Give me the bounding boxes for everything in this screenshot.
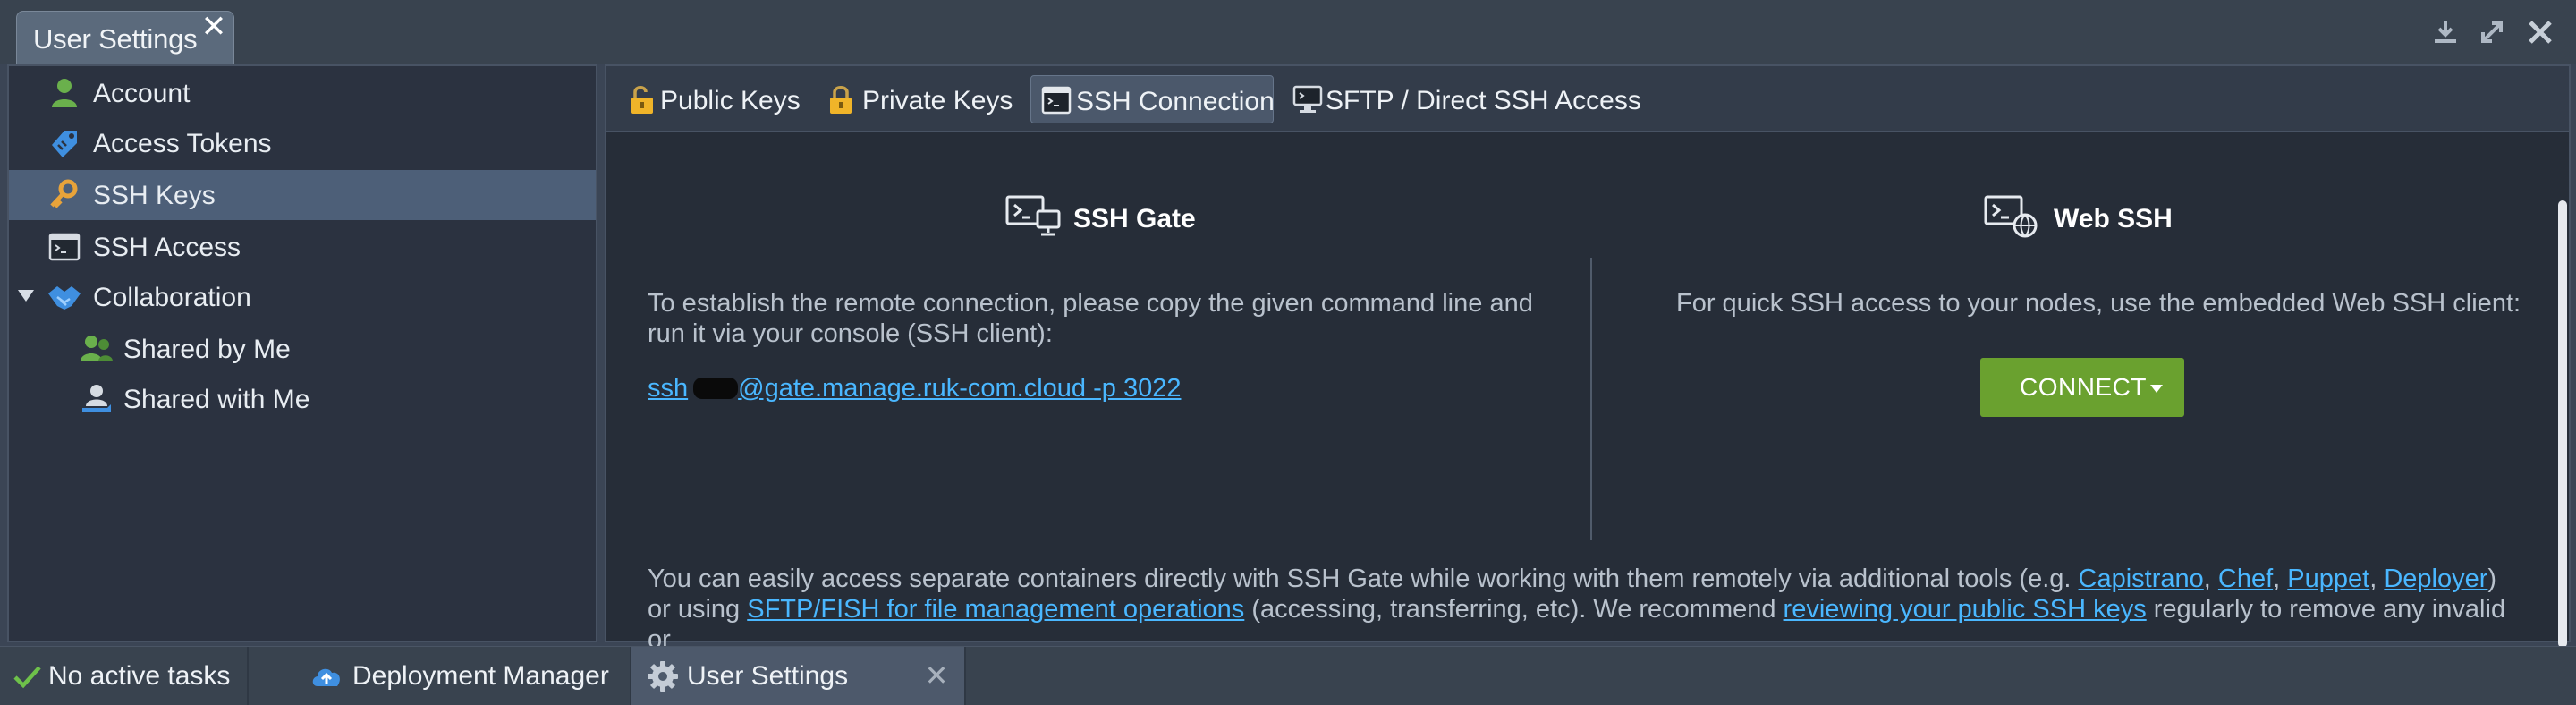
- tab-label: Private Keys: [862, 86, 1013, 115]
- check-icon: [11, 659, 45, 693]
- sftp-fish-link[interactable]: SFTP/FISH for file management operations: [747, 595, 1244, 624]
- redacted-username: [693, 378, 739, 399]
- tab-public-keys[interactable]: Public Keys: [617, 75, 805, 123]
- unlocked-icon: [626, 83, 658, 115]
- deployer-link[interactable]: Deployer: [2384, 565, 2487, 593]
- close-icon[interactable]: [2524, 16, 2556, 48]
- key-icon: [47, 179, 82, 211]
- sidebar-item-shared-with-me[interactable]: Shared with Me: [9, 374, 596, 424]
- sidebar-item-shared-by-me[interactable]: Shared by Me: [9, 324, 596, 374]
- sidebar-item-label: Shared by Me: [123, 335, 291, 364]
- tab-label: SSH Connection: [1076, 87, 1275, 116]
- sidebar-item-ssh-access[interactable]: SSH Access: [9, 222, 596, 272]
- user-icon: [47, 77, 82, 109]
- task-label: No active tasks: [48, 661, 231, 691]
- ssh-gate-icon: [1005, 193, 1063, 240]
- ssh-gate-tools-text: You can easily access separate container…: [648, 564, 2526, 655]
- task-user-settings[interactable]: User Settings ✕: [631, 647, 964, 705]
- sidebar-item-label: Account: [93, 79, 191, 108]
- task-label: Deployment Manager: [352, 661, 609, 691]
- text-segment: ,: [2369, 565, 2385, 593]
- web-ssh-icon: [1984, 193, 2041, 240]
- web-ssh-description: For quick SSH access to your nodes, use …: [1676, 289, 2521, 318]
- review-public-keys-link[interactable]: reviewing your public SSH keys: [1784, 595, 2147, 624]
- ssh-gate-title: SSH Gate: [1073, 204, 1196, 234]
- chef-link[interactable]: Chef: [2218, 565, 2273, 593]
- text-segment: ,: [2273, 565, 2288, 593]
- vertical-scrollbar[interactable]: [2558, 200, 2567, 648]
- window-tab[interactable]: User Settings ✕: [16, 11, 234, 64]
- cloud-upload-icon: [309, 659, 343, 693]
- tab-sftp-direct-ssh[interactable]: SFTP / Direct SSH Access: [1283, 75, 1658, 123]
- window-header: User Settings ✕: [0, 0, 2576, 64]
- task-deployment-manager[interactable]: Deployment Manager: [249, 647, 630, 705]
- lock-icon: [825, 83, 857, 115]
- sidebar-item-ssh-keys[interactable]: SSH Keys: [9, 170, 596, 220]
- sidebar-item-label: Collaboration: [93, 283, 251, 312]
- ssh-command-host: @gate.manage.ruk-com.cloud -p 3022: [738, 374, 1182, 403]
- ssh-command-link[interactable]: ssh @gate.manage.ruk-com.cloud -p 3022: [648, 374, 1181, 403]
- taskbar-divider: [964, 647, 966, 705]
- task-label: User Settings: [687, 661, 849, 691]
- close-task-icon[interactable]: ✕: [923, 660, 950, 691]
- user-share-icon: [79, 383, 114, 415]
- taskbar: No active tasks Deployment Manager User …: [0, 646, 2576, 705]
- chevron-down-icon[interactable]: [2150, 385, 2163, 393]
- gear-icon: [646, 659, 680, 693]
- text-segment: (accessing, transferring, etc). We recom…: [1244, 595, 1784, 624]
- sidebar: Account Access Tokens SSH Keys SSH Acces…: [7, 64, 597, 642]
- text-segment: ,: [2203, 565, 2218, 593]
- tab-private-keys[interactable]: Private Keys: [816, 75, 1027, 123]
- sidebar-item-label: Shared with Me: [123, 385, 310, 414]
- sidebar-item-label: SSH Keys: [93, 181, 216, 210]
- download-icon[interactable]: [2429, 16, 2462, 48]
- task-no-active-tasks[interactable]: No active tasks: [0, 647, 247, 705]
- text-segment: You can easily access separate container…: [648, 565, 2079, 593]
- sidebar-item-access-tokens[interactable]: Access Tokens: [9, 118, 596, 168]
- terminal-icon: [1040, 84, 1072, 116]
- main-panel: Public Keys Private Keys SSH Connection …: [605, 64, 2571, 705]
- handshake-icon: [47, 281, 82, 313]
- users-icon: [79, 333, 114, 365]
- expand-icon[interactable]: [2476, 16, 2508, 48]
- terminal-icon: [47, 231, 82, 263]
- tab-label: Public Keys: [660, 86, 801, 115]
- window-title: User Settings: [33, 23, 198, 55]
- capistrano-link[interactable]: Capistrano: [2079, 565, 2204, 593]
- ssh-connection-content: SSH Gate To establish the remote connect…: [606, 132, 2569, 705]
- puppet-link[interactable]: Puppet: [2287, 565, 2369, 593]
- tab-bar: Public Keys Private Keys SSH Connection …: [606, 66, 2569, 132]
- sidebar-item-collaboration[interactable]: Collaboration: [9, 272, 596, 322]
- sidebar-item-label: Access Tokens: [93, 129, 272, 158]
- expand-caret-icon[interactable]: [18, 290, 34, 302]
- ssh-command-prefix: ssh: [648, 374, 689, 403]
- web-ssh-title: Web SSH: [2054, 204, 2173, 234]
- connect-button-label: CONNECT: [2020, 373, 2147, 401]
- column-divider: [1590, 258, 1592, 540]
- sidebar-item-account[interactable]: Account: [9, 68, 596, 118]
- close-tab-icon[interactable]: ✕: [200, 12, 227, 42]
- connect-button[interactable]: CONNECT: [1980, 358, 2184, 417]
- monitor-icon: [1292, 83, 1324, 115]
- tab-ssh-connection[interactable]: SSH Connection: [1030, 75, 1275, 123]
- ssh-gate-description: To establish the remote connection, plea…: [648, 289, 1533, 348]
- tag-icon: [47, 127, 82, 159]
- tab-label: SFTP / Direct SSH Access: [1326, 86, 1641, 115]
- sidebar-item-label: SSH Access: [93, 233, 242, 262]
